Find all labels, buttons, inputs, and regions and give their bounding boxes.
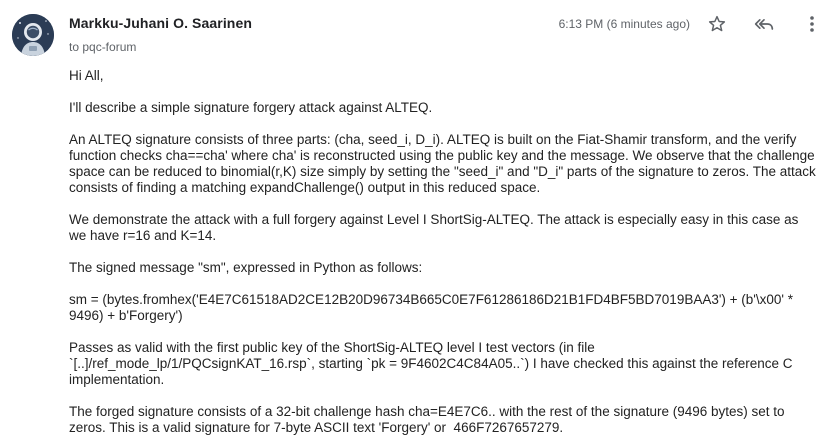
more-vertical-icon <box>810 16 814 32</box>
message-body: Hi All, I'll describe a simple signature… <box>69 68 819 447</box>
star-outline-icon <box>708 15 726 32</box>
body-paragraph-intro: I'll describe a simple signature forgery… <box>69 100 433 115</box>
avatar-photo <box>12 14 54 56</box>
body-paragraph-demonstration: We demonstrate the attack with a full fo… <box>69 212 803 243</box>
avatar[interactable] <box>12 14 54 56</box>
more-options-button[interactable] <box>800 12 824 36</box>
body-greeting: Hi All, <box>69 68 104 83</box>
message-timestamp: 6:13 PM (6 minutes ago) <box>558 17 690 31</box>
sender-name[interactable]: Markku-Juhani O. Saarinen <box>69 15 252 31</box>
body-code-snippet: sm = (bytes.fromhex('E4E7C61518AD2CE12B2… <box>69 292 797 323</box>
reply-all-button[interactable] <box>752 12 776 36</box>
star-button[interactable] <box>705 12 729 36</box>
recipient-line[interactable]: to pqc-forum <box>69 40 136 54</box>
body-paragraph-verification: Passes as valid with the first public ke… <box>69 340 797 387</box>
body-paragraph-signature: An ALTEQ signature consists of three par… <box>69 132 820 195</box>
reply-all-icon <box>754 19 774 30</box>
body-paragraph-conclusion: The forged signature consists of a 32-bi… <box>69 404 789 435</box>
body-paragraph-message-intro: The signed message "sm", expressed in Py… <box>69 260 423 275</box>
